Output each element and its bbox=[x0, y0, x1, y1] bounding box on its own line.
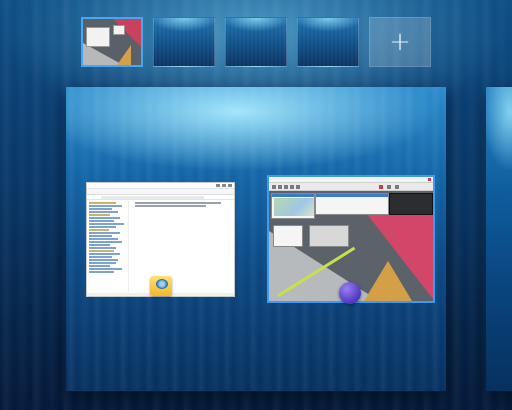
file-explorer-icon bbox=[150, 276, 172, 296]
remote-window-dark bbox=[389, 193, 433, 215]
desktop-thumbnail-1[interactable] bbox=[81, 17, 143, 67]
remote-window-folder bbox=[309, 225, 349, 247]
remote-window-browser bbox=[315, 193, 389, 215]
remote-toolbar bbox=[269, 183, 433, 191]
explorer-address-bar bbox=[87, 195, 234, 200]
desktop-thumbnail-4[interactable] bbox=[297, 17, 359, 67]
desktop-thumbnail-3[interactable] bbox=[225, 17, 287, 67]
remote-window-map bbox=[271, 193, 315, 219]
explorer-titlebar bbox=[87, 183, 234, 189]
explorer-file-list bbox=[135, 201, 230, 211]
plus-icon: + bbox=[389, 27, 411, 57]
remote-window-small bbox=[273, 225, 303, 247]
explorer-navigation-tree bbox=[89, 201, 129, 292]
add-desktop-button[interactable]: + bbox=[369, 17, 431, 67]
next-desktop-panel[interactable] bbox=[486, 87, 512, 391]
remote-desktop-app-icon bbox=[339, 282, 361, 304]
desktop-1-preview bbox=[83, 19, 141, 65]
desktop-thumbnail-2[interactable] bbox=[153, 17, 215, 67]
